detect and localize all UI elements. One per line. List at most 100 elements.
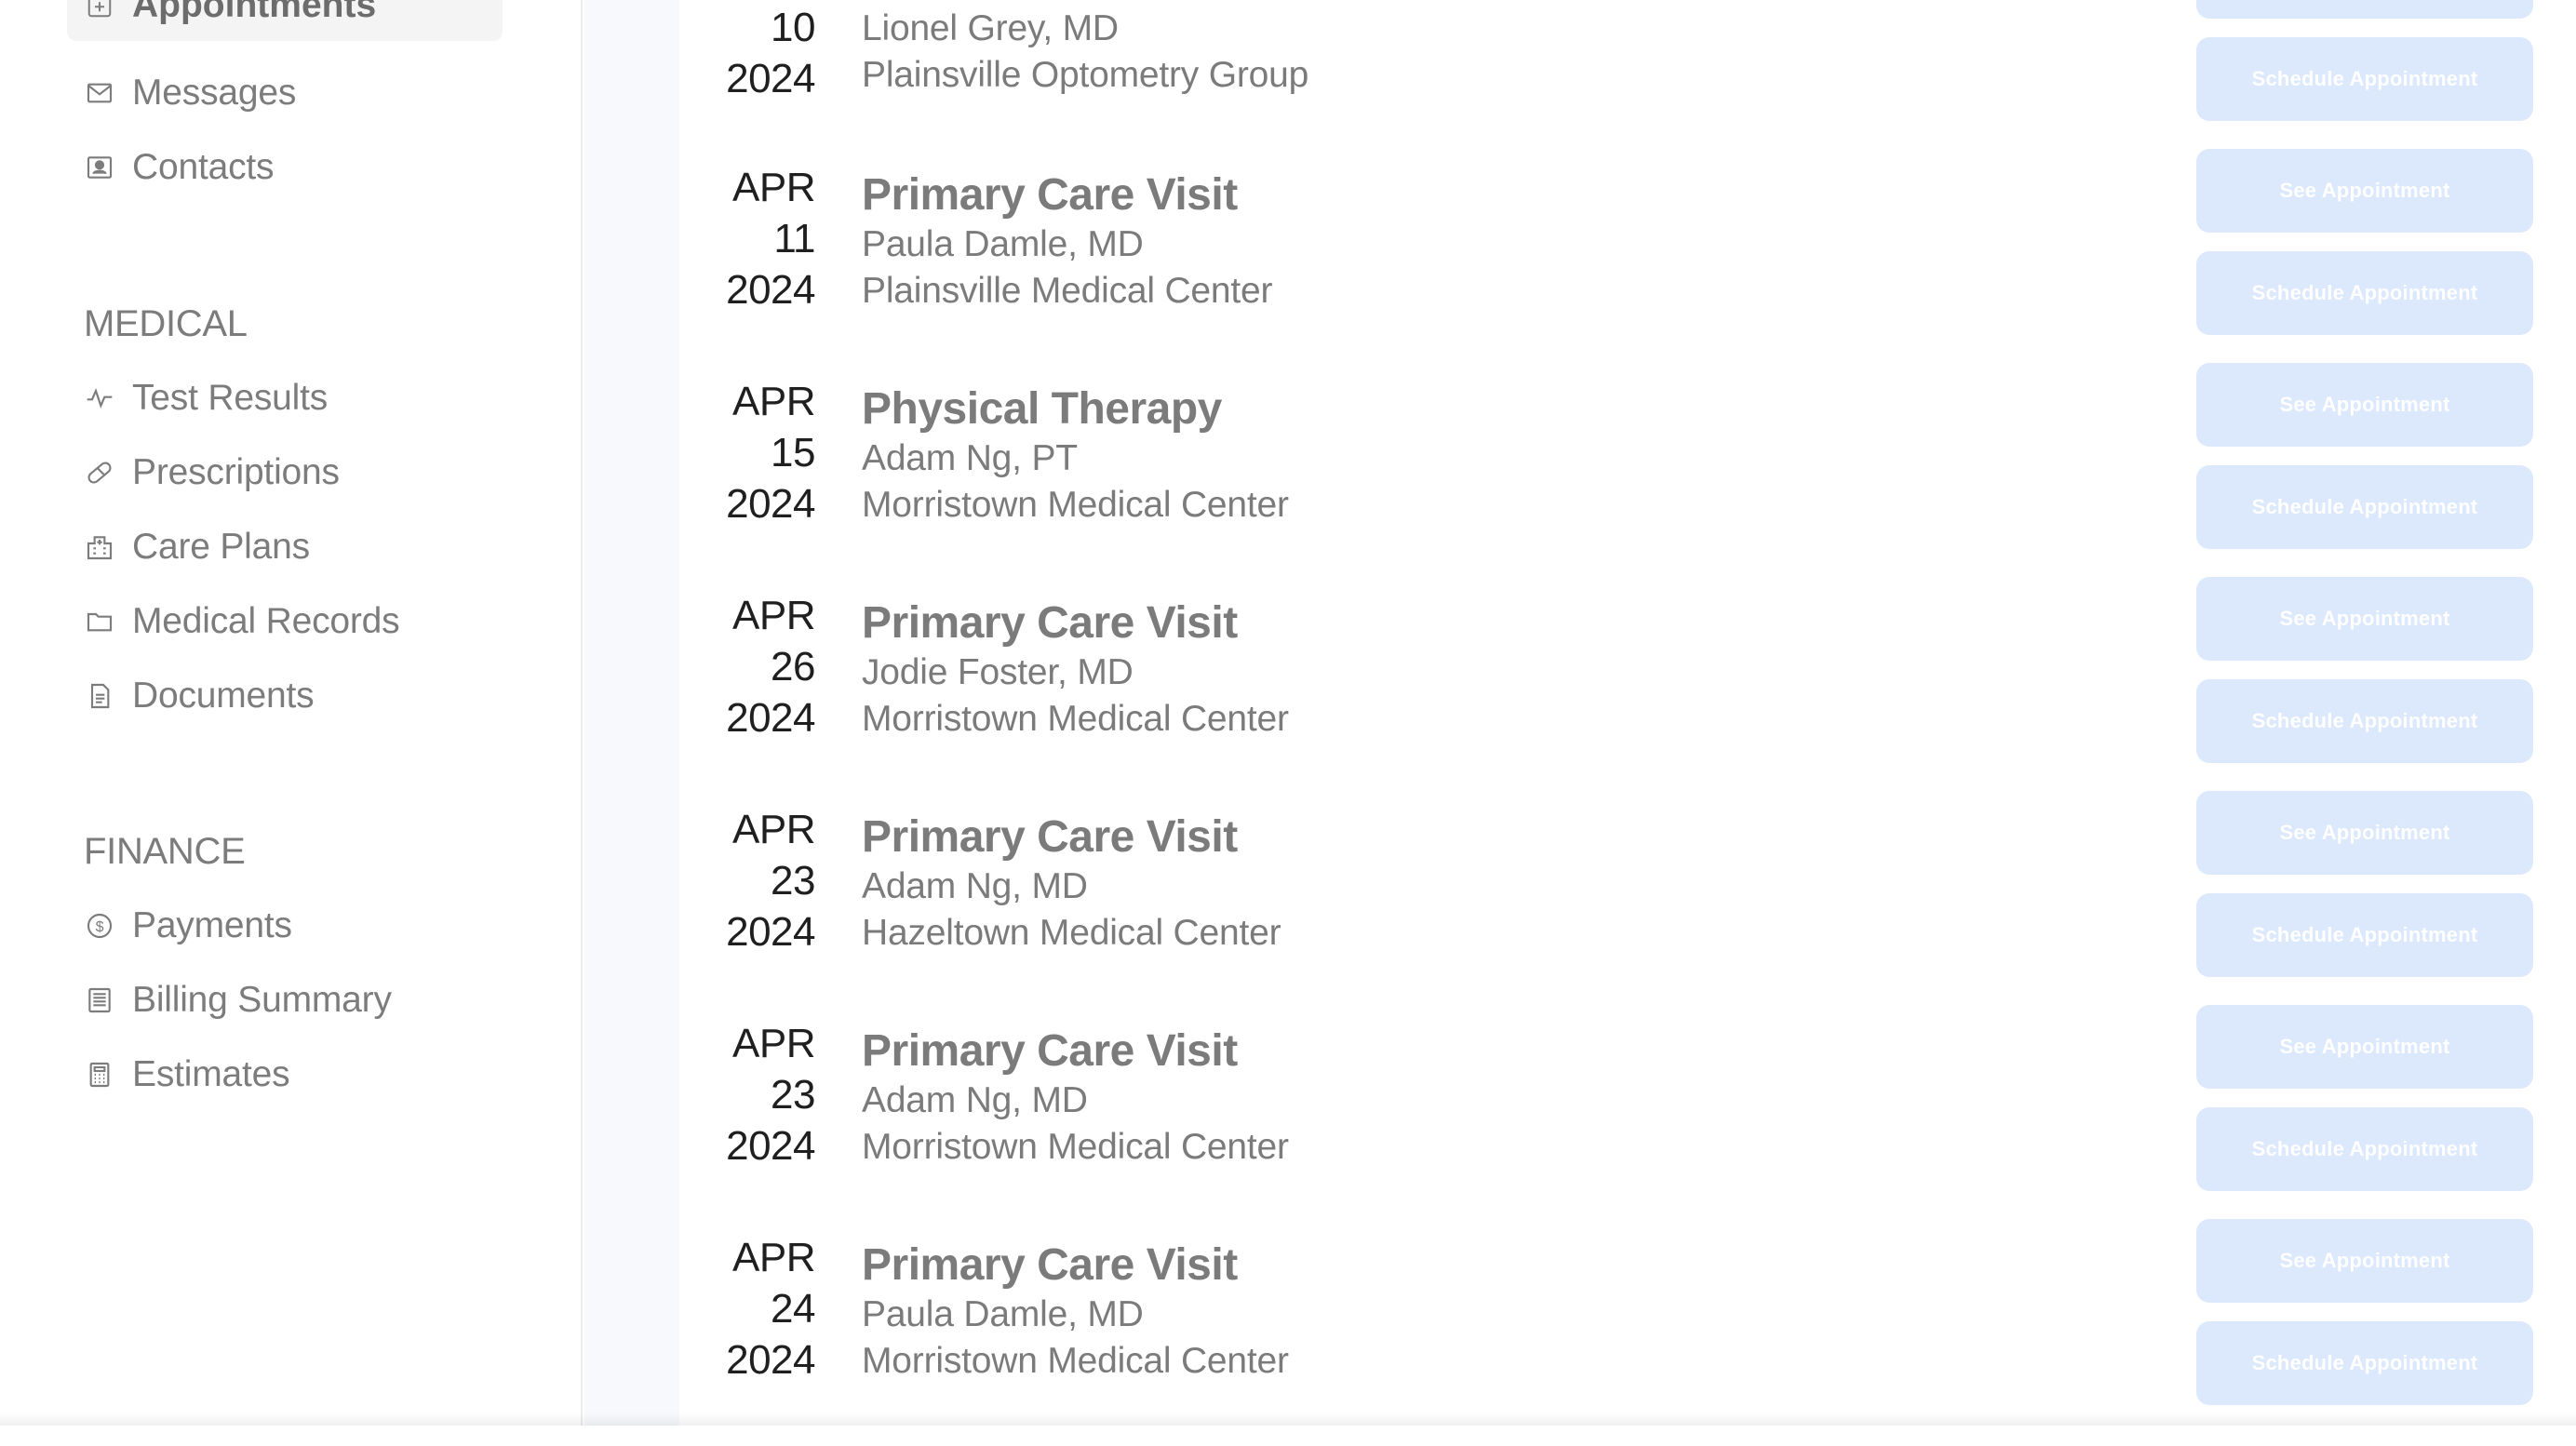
appointment-location: Hazeltown Medical Center (862, 910, 1281, 957)
appointment-info: Primary Care Visit Paula Damle, MD Plain… (862, 169, 1272, 315)
appointment-day: 10 (679, 2, 815, 53)
appointment-location: Morristown Medical Center (862, 696, 1289, 743)
appointment-day: 11 (679, 213, 815, 264)
sidebar-item-label: Payments (132, 905, 292, 946)
ledger-icon (84, 984, 115, 1016)
sidebar-item-contacts[interactable]: Contacts (84, 140, 274, 195)
appointment-day: 15 (679, 427, 815, 478)
sidebar-item-label: Medical Records (132, 601, 399, 642)
calculator-icon (84, 1059, 115, 1091)
appointment-title: Primary Care Visit (862, 169, 1272, 221)
appointment-month: APR (679, 590, 815, 641)
section-title-medical: MEDICAL (84, 303, 248, 345)
contact-card-icon (84, 152, 115, 183)
document-icon (84, 680, 115, 712)
appointment-location: Morristown Medical Center (862, 1124, 1289, 1171)
appointment-provider: Adam Ng, MD (862, 864, 1281, 910)
sidebar-item-payments[interactable]: $ Payments (84, 898, 292, 954)
envelope-icon (84, 77, 115, 109)
appointment-info: Lionel Grey, MD Plainsville Optometry Gr… (862, 6, 1308, 99)
appointment-location: Morristown Medical Center (862, 1338, 1289, 1385)
appointment-month: APR (679, 1018, 815, 1069)
appointment-year: 2024 (679, 1334, 815, 1386)
appointment-title: Primary Care Visit (862, 1239, 1289, 1292)
hospital-icon (84, 531, 115, 563)
sidebar-item-test-results[interactable]: Test Results (84, 370, 328, 426)
calendar-plus-icon (84, 0, 115, 21)
appointment-title: Physical Therapy (862, 383, 1289, 435)
appointment-location: Plainsville Optometry Group (862, 52, 1308, 99)
sidebar-item-medical-records[interactable]: Medical Records (84, 594, 399, 649)
appointment-date: APR 24 2024 (679, 1232, 815, 1386)
appointment-year: 2024 (679, 264, 815, 315)
schedule-appointment-button[interactable]: Schedule Appointment (2196, 1321, 2533, 1405)
appointment-month: APR (679, 162, 815, 213)
appointment-day: 23 (679, 855, 815, 906)
sidebar-item-label: Appointments (132, 0, 376, 26)
schedule-appointment-button[interactable]: Schedule Appointment (2196, 893, 2533, 977)
see-appointment-button[interactable]: See Appointment (2196, 149, 2533, 233)
see-appointment-button[interactable]: See Appointment (2196, 1005, 2533, 1089)
dollar-coin-icon: $ (84, 910, 115, 942)
appointment-info: Primary Care Visit Adam Ng, MD Hazeltown… (862, 811, 1281, 957)
appointment-date: APR 23 2024 (679, 1018, 815, 1172)
appointment-date: 10 2024 (679, 2, 815, 104)
appointment-provider: Adam Ng, MD (862, 1078, 1289, 1124)
see-appointment-button[interactable]: See Appointment (2196, 363, 2533, 447)
see-appointment-button[interactable]: See Appointment (2196, 1219, 2533, 1303)
sidebar-item-documents[interactable]: Documents (84, 668, 314, 724)
sidebar-item-prescriptions[interactable]: Prescriptions (84, 445, 340, 501)
content-gutter (584, 0, 679, 1426)
schedule-appointment-button[interactable]: Schedule Appointment (2196, 37, 2533, 121)
see-appointment-button[interactable]: See Appointment (2196, 791, 2533, 875)
appointment-info: Physical Therapy Adam Ng, PT Morristown … (862, 383, 1289, 529)
appointment-info: Primary Care Visit Paula Damle, MD Morri… (862, 1239, 1289, 1385)
appointment-provider: Adam Ng, PT (862, 435, 1289, 482)
section-title-finance: FINANCE (84, 831, 245, 873)
schedule-appointment-button[interactable]: Schedule Appointment (2196, 465, 2533, 549)
svg-text:$: $ (96, 919, 104, 935)
appointment-day: 23 (679, 1069, 815, 1120)
folder-icon (84, 606, 115, 637)
appointment-month: APR (679, 1232, 815, 1283)
sidebar-item-label: Prescriptions (132, 452, 340, 493)
appointment-info: Primary Care Visit Adam Ng, MD Morristow… (862, 1025, 1289, 1171)
appointment-year: 2024 (679, 53, 815, 104)
appointment-month: APR (679, 376, 815, 427)
sidebar-item-label: Messages (132, 73, 296, 114)
appointment-day: 26 (679, 641, 815, 692)
appointment-title: Primary Care Visit (862, 597, 1289, 649)
see-appointment-button[interactable]: See Appointment (2196, 577, 2533, 661)
sidebar-item-label: Billing Summary (132, 980, 392, 1021)
pulse-icon (84, 382, 115, 414)
sidebar-item-messages[interactable]: Messages (84, 65, 296, 121)
appointments-list: 10 2024 Lionel Grey, MD Plainsville Opto… (679, 0, 2576, 1426)
appointment-title: Primary Care Visit (862, 811, 1281, 864)
sidebar-item-label: Estimates (132, 1054, 289, 1095)
sidebar: Appointments Messages Contacts MEDICAL T… (0, 0, 583, 1426)
sidebar-item-estimates[interactable]: Estimates (84, 1047, 289, 1103)
sidebar-item-label: Contacts (132, 147, 274, 188)
appointment-provider: Lionel Grey, MD (862, 6, 1308, 52)
sidebar-item-appointments-label-wrap[interactable]: Appointments (84, 0, 376, 33)
sidebar-item-billing-summary[interactable]: Billing Summary (84, 972, 392, 1028)
appointment-title: Primary Care Visit (862, 1025, 1289, 1078)
appointment-info: Primary Care Visit Jodie Foster, MD Morr… (862, 597, 1289, 743)
appointment-year: 2024 (679, 1120, 815, 1172)
sidebar-item-label: Test Results (132, 378, 328, 419)
schedule-appointment-button[interactable]: Schedule Appointment (2196, 1107, 2533, 1191)
appointment-date: APR 23 2024 (679, 804, 815, 957)
schedule-appointment-button[interactable]: Schedule Appointment (2196, 679, 2533, 763)
appointment-month: APR (679, 804, 815, 855)
sidebar-item-label: Documents (132, 676, 314, 716)
appointment-date: APR 26 2024 (679, 590, 815, 743)
appointment-date: APR 15 2024 (679, 376, 815, 529)
sidebar-item-care-plans[interactable]: Care Plans (84, 519, 310, 575)
appointment-date: APR 11 2024 (679, 162, 815, 315)
appointment-location: Morristown Medical Center (862, 482, 1289, 529)
appointment-day: 24 (679, 1283, 815, 1334)
appointment-year: 2024 (679, 692, 815, 743)
schedule-appointment-button[interactable]: Schedule Appointment (2196, 251, 2533, 335)
appointment-provider: Jodie Foster, MD (862, 649, 1289, 696)
appointment-year: 2024 (679, 906, 815, 957)
